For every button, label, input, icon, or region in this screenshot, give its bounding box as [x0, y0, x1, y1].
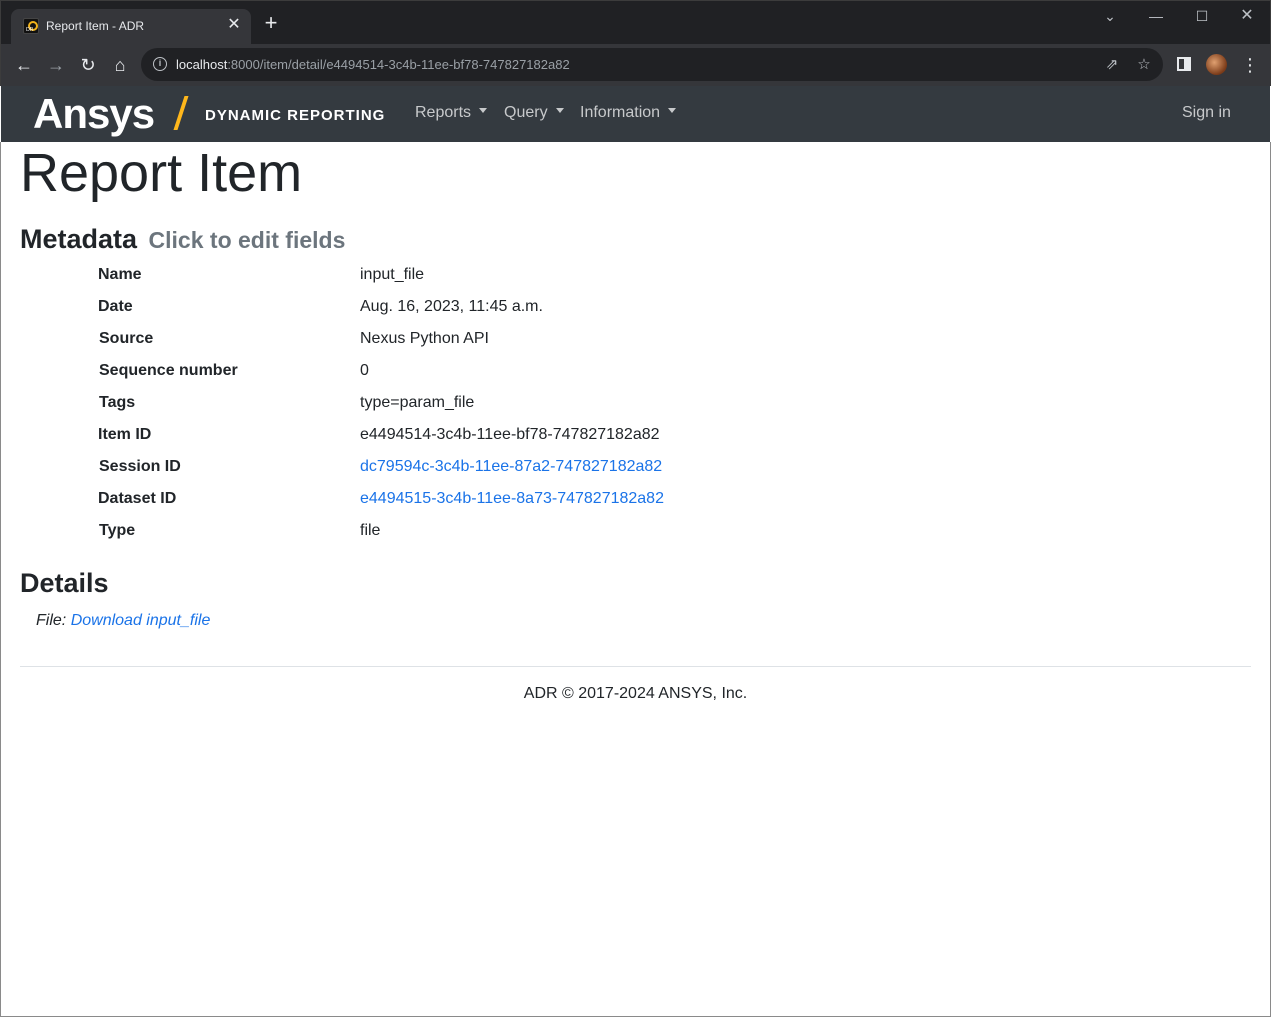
- metadata-key: Session ID: [99, 458, 181, 475]
- share-icon[interactable]: ⇗: [1102, 55, 1122, 75]
- caret-down-icon: [555, 108, 564, 114]
- maximize-window-icon[interactable]: ☐: [1187, 5, 1217, 29]
- metadata-key: Tags: [99, 394, 136, 411]
- metadata-heading-text: Metadata: [20, 224, 138, 254]
- nav-query-label: Query: [504, 104, 548, 121]
- forward-icon[interactable]: →: [43, 52, 69, 78]
- session-id-link[interactable]: dc79594c-3c4b-11ee-87a2-747827182a82: [360, 458, 662, 476]
- metadata-edit-hint[interactable]: Click to edit fields: [149, 227, 346, 253]
- nav-query-dropdown[interactable]: Query: [504, 104, 564, 122]
- metadata-value-tags[interactable]: type=param_file: [360, 394, 474, 412]
- sign-in-link[interactable]: Sign in: [1182, 104, 1231, 122]
- metadata-heading: Metadata Click to edit fields: [20, 224, 345, 255]
- metadata-key: Name: [98, 266, 142, 283]
- metadata-row-type: Type file: [0, 522, 1200, 546]
- nav-information-dropdown[interactable]: Information: [580, 104, 677, 122]
- download-file-link[interactable]: Download input_file: [71, 612, 211, 629]
- minimize-window-icon[interactable]: —: [1141, 5, 1171, 29]
- metadata-row-item-id: Item ID e4494514-3c4b-11ee-bf78-74782718…: [0, 426, 1200, 450]
- url-host: localhost: [176, 57, 228, 72]
- metadata-value-item-id: e4494514-3c4b-11ee-bf78-747827182a82: [360, 426, 660, 443]
- menu-icon[interactable]: ⋮: [1241, 54, 1259, 76]
- metadata-key: Date: [98, 298, 133, 315]
- tab-title: Report Item - ADR: [46, 19, 145, 33]
- dataset-id-link[interactable]: e4494515-3c4b-11ee-8a73-747827182a82: [360, 490, 664, 508]
- details-heading: Details: [20, 568, 109, 598]
- browser-toolbar: ← → ↻ ⌂ i localhost:8000/item/detail/e44…: [0, 44, 1271, 86]
- browser-tab[interactable]: Report Item - ADR ✕: [11, 9, 251, 45]
- metadata-row-session-id: Session ID dc79594c-3c4b-11ee-87a2-74782…: [0, 458, 1200, 482]
- metadata-value-date[interactable]: Aug. 16, 2023, 11:45 a.m.: [360, 298, 543, 316]
- star-icon[interactable]: ☆: [1134, 55, 1154, 75]
- close-window-icon[interactable]: ✕: [1232, 5, 1262, 29]
- metadata-key: Sequence number: [99, 362, 238, 379]
- tab-search-chevron-icon[interactable]: ⌄: [1095, 5, 1125, 29]
- metadata-value-source[interactable]: Nexus Python API: [360, 330, 489, 348]
- caret-down-icon: [668, 108, 677, 114]
- page-title: Report Item: [20, 143, 303, 203]
- metadata-row-source: Source Nexus Python API: [0, 330, 1200, 354]
- metadata-row-tags: Tags type=param_file: [0, 394, 1200, 418]
- adr-favicon-icon: [23, 18, 39, 34]
- metadata-key: Item ID: [98, 426, 152, 443]
- logo-text: Ansys: [33, 90, 155, 137]
- nav-information-label: Information: [580, 104, 661, 121]
- browser-tab-strip: Report Item - ADR ✕ + ⌄ — ☐ ✕: [0, 0, 1271, 45]
- back-icon[interactable]: ←: [11, 52, 37, 78]
- caret-down-icon: [479, 108, 488, 114]
- metadata-key: Type: [99, 522, 136, 539]
- url-text[interactable]: localhost:8000/item/detail/e4494514-3c4b…: [176, 57, 570, 72]
- profile-avatar[interactable]: [1206, 54, 1227, 75]
- logo-subtitle: DYNAMIC REPORTING: [205, 107, 386, 124]
- logo-slash: [173, 96, 189, 130]
- address-bar[interactable]: i localhost:8000/item/detail/e4494514-3c…: [141, 48, 1163, 81]
- metadata-key: Source: [99, 330, 154, 347]
- new-tab-button[interactable]: +: [260, 12, 282, 35]
- file-download-line: File: Download input_file: [36, 612, 210, 630]
- metadata-value-type: file: [360, 522, 381, 539]
- footer-copyright: ADR © 2017-2024 ANSYS, Inc.: [523, 685, 748, 702]
- metadata-key: Dataset ID: [98, 490, 177, 507]
- footer-divider: [20, 666, 1251, 667]
- nav-reports-dropdown[interactable]: Reports: [415, 104, 488, 122]
- metadata-value-name[interactable]: input_file: [360, 266, 424, 284]
- metadata-row-sequence: Sequence number 0: [0, 362, 1200, 386]
- metadata-row-date: Date Aug. 16, 2023, 11:45 a.m.: [0, 298, 1200, 322]
- nav-reports-label: Reports: [415, 104, 472, 121]
- reload-icon[interactable]: ↻: [75, 52, 101, 78]
- file-label: File:: [36, 612, 67, 629]
- home-icon[interactable]: ⌂: [107, 52, 133, 78]
- metadata-row-dataset-id: Dataset ID e4494515-3c4b-11ee-8a73-74782…: [0, 490, 1200, 514]
- url-path: :8000/item/detail/e4494514-3c4b-11ee-bf7…: [227, 57, 570, 72]
- info-icon[interactable]: i: [153, 57, 167, 71]
- metadata-value-sequence[interactable]: 0: [360, 362, 369, 380]
- metadata-row-name: Name input_file: [0, 266, 1200, 290]
- side-panel-icon[interactable]: [1177, 57, 1191, 71]
- tab-close-icon[interactable]: ✕: [224, 15, 244, 35]
- app-navbar: Ansys DYNAMIC REPORTING Reports Query In…: [1, 86, 1270, 142]
